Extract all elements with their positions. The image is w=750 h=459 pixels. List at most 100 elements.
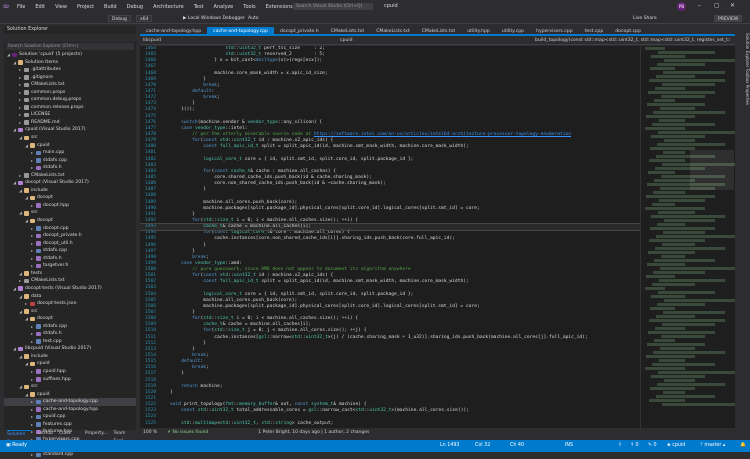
right-tool-strip[interactable]: Solution Explorer Toolbox Properties bbox=[736, 25, 750, 438]
tree-item[interactable]: ◢ cpuid bbox=[4, 360, 136, 368]
tab-file[interactable]: docopt.cpp bbox=[609, 27, 647, 34]
tab-file[interactable]: utility.hpp bbox=[461, 27, 496, 34]
start-debugger-button[interactable]: ▶ Local Windows Debugger bbox=[180, 15, 248, 22]
tree-item[interactable]: ◢ libcpuid (Visual Studio 2017) bbox=[4, 345, 136, 353]
platform-dropdown[interactable]: x64 bbox=[136, 15, 153, 22]
tab-file[interactable]: cache-and-topology.hpp bbox=[140, 27, 207, 34]
tree-item[interactable]: ▸ stdafx.cpp bbox=[4, 323, 136, 331]
tool-tab[interactable]: Property... bbox=[85, 430, 108, 438]
tab-file[interactable]: utility.cpp bbox=[496, 27, 530, 34]
pending-changes[interactable]: ✎ 0 bbox=[648, 440, 657, 452]
tree-item[interactable]: ▸ common.props bbox=[4, 89, 136, 97]
tree-item[interactable]: ▸ features.cpp bbox=[4, 421, 136, 429]
menu-view[interactable]: View bbox=[50, 4, 72, 10]
tree-item[interactable]: ▸ docopt_util.h bbox=[4, 240, 136, 248]
avatar[interactable]: PB bbox=[677, 2, 686, 11]
tree-item[interactable]: ▸ docopt.cpp bbox=[4, 225, 136, 233]
notifications-icon[interactable]: 🔔 bbox=[740, 440, 746, 452]
tree-item[interactable]: ▸ CMakeLists.txt bbox=[4, 81, 136, 89]
tree-item[interactable]: ▸ stdafx.cpp bbox=[4, 247, 136, 255]
minimap-viewport[interactable] bbox=[690, 150, 734, 190]
tree-item[interactable]: ▸ cpuid.cpp bbox=[4, 413, 136, 421]
tab-file[interactable]: docopt_private.h bbox=[274, 27, 325, 34]
tree-item[interactable]: ▸ suffixes.hpp bbox=[4, 376, 136, 384]
tree-item[interactable]: ▸ targetver.h bbox=[4, 262, 136, 270]
tree-item[interactable]: ▸ common.release.props bbox=[4, 104, 136, 112]
tree-item[interactable]: ◢ data bbox=[4, 293, 136, 301]
tree-item[interactable]: ◢ docopt bbox=[4, 194, 136, 202]
blame-info[interactable]: 1 Peter Bright, 10 days ago | 1 author, … bbox=[258, 428, 369, 438]
tree-item[interactable]: ◢ src bbox=[4, 383, 136, 391]
tree-item[interactable]: ◢ cpuid (Visual Studio 2017) bbox=[4, 126, 136, 134]
member-dropdown[interactable]: build_topology(const std::map<std::uint3… bbox=[535, 37, 730, 45]
solution-explorer-search[interactable]: Search Solution Explorer (Ctrl+;) bbox=[6, 43, 134, 50]
menu-analyze[interactable]: Analyze bbox=[209, 4, 239, 10]
tree-item[interactable]: ◢ Solution Items bbox=[4, 59, 136, 67]
menu-debug[interactable]: Debug bbox=[122, 4, 148, 10]
search-input[interactable]: Search Visual Studio (Ctrl+Q) bbox=[293, 3, 373, 10]
minimap-scrollbar[interactable] bbox=[640, 46, 735, 428]
tree-item[interactable]: ▸ docopt_private.h bbox=[4, 232, 136, 240]
tree-item[interactable]: ▸ main.cpp bbox=[4, 149, 136, 157]
tree-item[interactable]: ▸ .gitignore bbox=[4, 74, 136, 82]
live-share-button[interactable]: Live Share bbox=[630, 15, 660, 22]
tree-item[interactable]: ◢ cpuid bbox=[4, 142, 136, 150]
repository-selector[interactable]: ◈ cpuid bbox=[667, 440, 685, 452]
tree-item[interactable]: ◢ docopt bbox=[4, 217, 136, 225]
tree-item[interactable]: ▸ cache-and-topology.cpp bbox=[4, 398, 136, 406]
menu-edit[interactable]: Edit bbox=[30, 4, 50, 10]
branch-selector[interactable]: ᛘ master ▴ bbox=[700, 440, 725, 452]
menu-file[interactable]: File bbox=[12, 4, 30, 10]
tree-item[interactable]: ◢ docopt-tests (Visual Studio 2017) bbox=[4, 285, 136, 293]
tab-file[interactable]: test.cpp bbox=[579, 27, 610, 34]
tree-item[interactable]: ◢ docopt (Visual Studio 2017) bbox=[4, 179, 136, 187]
tab-file[interactable]: CMakeLists.txt bbox=[370, 27, 416, 34]
tree-item[interactable]: ◢ src bbox=[4, 308, 136, 316]
tree-item[interactable]: ◢ cpuid bbox=[4, 391, 136, 399]
tree-item[interactable]: ▸ README.md bbox=[4, 119, 136, 127]
tool-tab[interactable]: Class View bbox=[59, 430, 79, 444]
code-line[interactable]: 1511 cache.instances[gsl::narrow<std::ui… bbox=[140, 335, 640, 341]
tab-file[interactable]: hypervisors.cpp bbox=[530, 27, 579, 34]
tool-tab[interactable]: Team Expl... bbox=[114, 430, 136, 444]
tree-item[interactable]: ▸ stdafx.h bbox=[4, 255, 136, 263]
code-line[interactable]: 1525 std::multimap<std::uint32_t, std::s… bbox=[140, 421, 640, 427]
tree-item[interactable]: ▸ common.debug.props bbox=[4, 96, 136, 104]
tree-item[interactable]: ◢ include bbox=[4, 187, 136, 195]
menu-build[interactable]: Build bbox=[99, 4, 122, 10]
tree-item[interactable]: ▸ cpuid.hpp bbox=[4, 368, 136, 376]
tab-file[interactable]: cache-and-topology.cpp bbox=[207, 27, 274, 34]
tree-item[interactable]: ◢ tests bbox=[4, 270, 136, 278]
menu-project[interactable]: Project bbox=[72, 4, 99, 10]
config-dropdown[interactable]: Debug bbox=[108, 15, 131, 22]
tree-item[interactable]: ▸ LICENSE bbox=[4, 111, 136, 119]
tab-file[interactable]: CMakeLists.txt bbox=[416, 27, 462, 34]
tree-item[interactable]: ◢ src bbox=[4, 209, 136, 217]
tree-item[interactable]: ▸ test.cpp bbox=[4, 338, 136, 346]
tree-item[interactable]: ▸ stdafx.h bbox=[4, 330, 136, 338]
zoom-level[interactable]: 100 % bbox=[143, 428, 157, 438]
tree-item[interactable]: ▸ CMakeLists.txt bbox=[4, 172, 136, 180]
tree-item[interactable]: ◢ src bbox=[4, 134, 136, 142]
tree-item[interactable]: ▸ stdafx.h bbox=[4, 164, 136, 172]
menu-tools[interactable]: Tools bbox=[238, 4, 260, 10]
unpushed-commits[interactable]: ↑ 0 bbox=[630, 440, 639, 452]
tool-tab[interactable]: GitHub bbox=[37, 430, 53, 438]
code-editor[interactable]: 1464 std::uint32_t perf_tsc_size : 2; 146… bbox=[140, 46, 640, 428]
tree-item[interactable]: ◢ include bbox=[4, 353, 136, 361]
tree-item[interactable]: ◢ Solution 'cpuid' (5 projects) bbox=[4, 51, 136, 59]
close-icon[interactable]: ✕ bbox=[730, 2, 735, 9]
tree-item[interactable]: ▸ .gitattributes bbox=[4, 66, 136, 74]
tree-item[interactable]: ▸ CMakeLists.txt bbox=[4, 277, 136, 285]
maximize-icon[interactable]: ▢ bbox=[714, 2, 720, 9]
tree-item[interactable]: ▸ cache-and-topology.hpp bbox=[4, 406, 136, 414]
tree-item[interactable]: ▸ standard.cpp bbox=[4, 451, 136, 459]
tree-item[interactable]: ▸ stdafx.cpp bbox=[4, 157, 136, 165]
tree-item[interactable]: ◢ docopt bbox=[4, 315, 136, 323]
issues-indicator[interactable]: ✔ No issues found bbox=[167, 428, 208, 438]
menu-architecture[interactable]: Architecture bbox=[148, 4, 189, 10]
menu-test[interactable]: Test bbox=[189, 4, 209, 10]
debug-mode-dropdown[interactable]: Auto bbox=[245, 15, 261, 22]
tab-file[interactable]: CMakeLists.txt bbox=[325, 27, 371, 34]
tool-tab[interactable]: Solution Ex... bbox=[7, 430, 32, 445]
